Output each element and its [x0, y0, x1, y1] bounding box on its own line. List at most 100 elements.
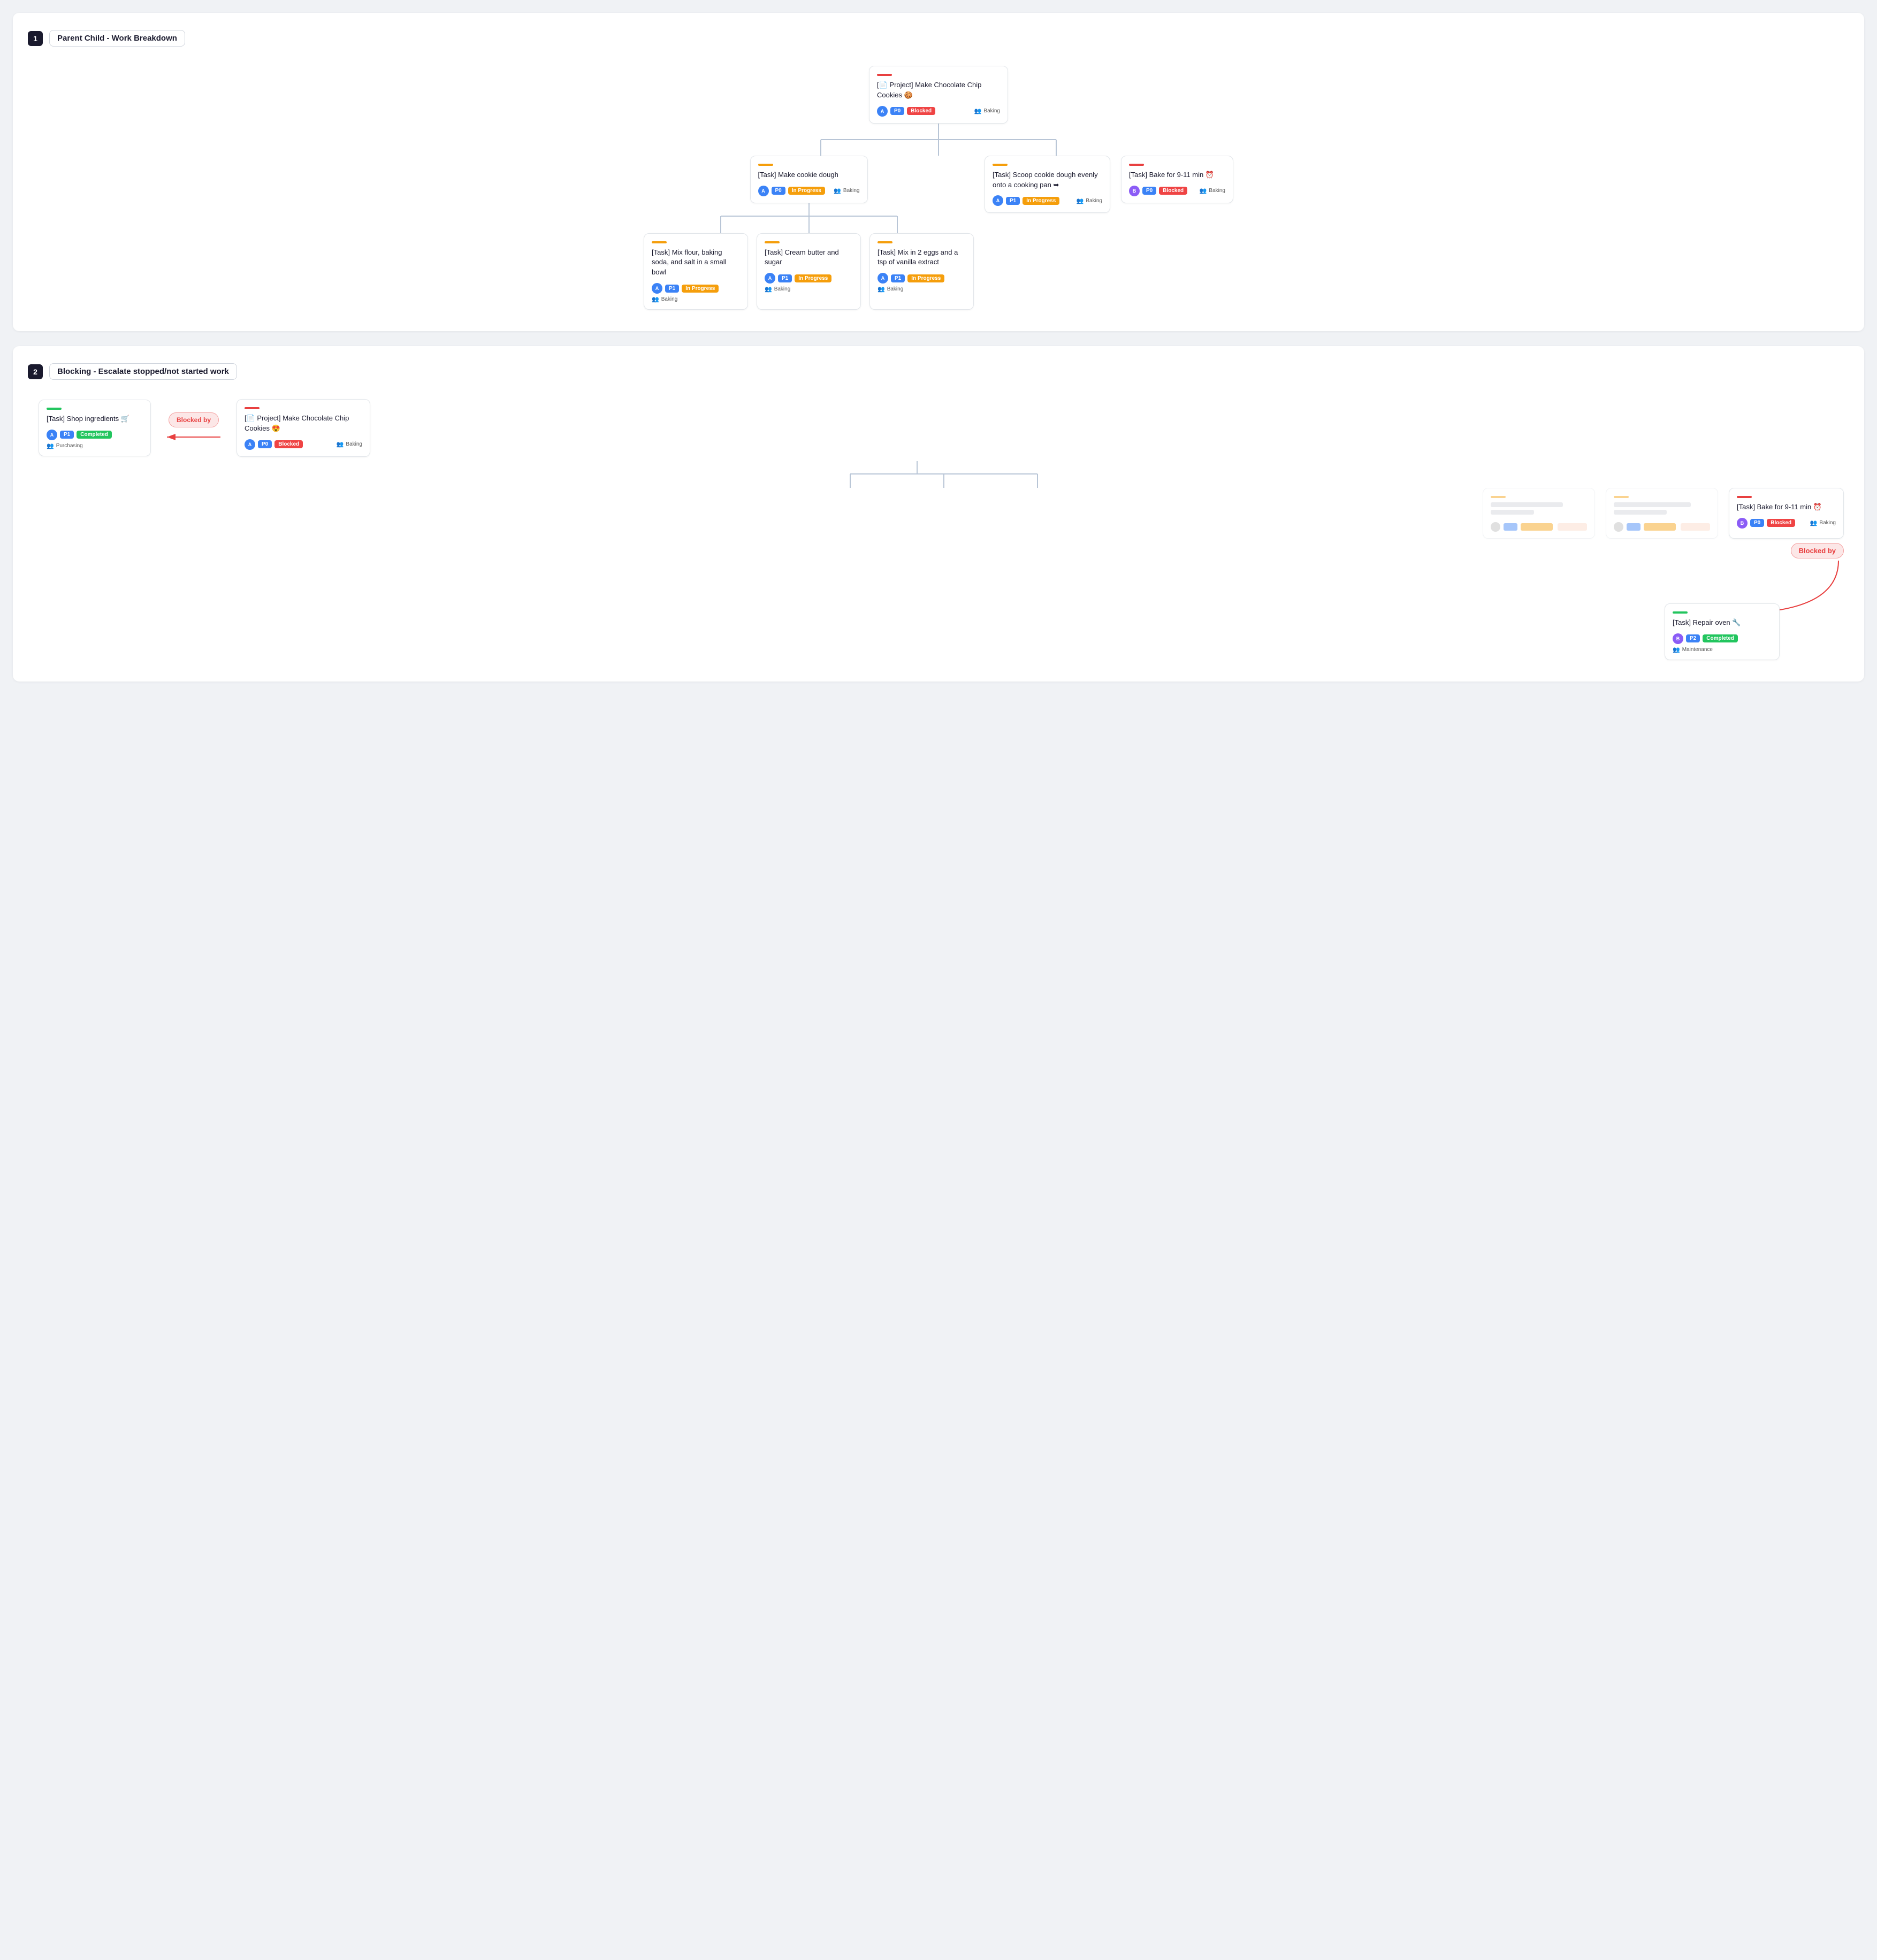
card-footer-left: A P1 Completed [47, 430, 112, 440]
team-icon: 👥 [974, 108, 982, 114]
blurred-footer [1491, 522, 1587, 532]
card-accent [877, 74, 892, 76]
blocked-by-label-2: Blocked by [1791, 543, 1844, 558]
card-title: [Task] Cream butter and sugar [765, 248, 853, 268]
status-badge: Blocked [274, 440, 303, 448]
section-1: 1 Parent Child - Work Breakdown [📄 Proje… [13, 13, 1864, 331]
card-title: [Task] Mix flour, baking soda, and salt … [652, 248, 740, 278]
card-title: [Task] Scoop cookie dough evenly onto a … [993, 170, 1102, 190]
section-1-header: 1 Parent Child - Work Breakdown [28, 30, 1849, 47]
team-badge: 👥 Purchasing [47, 442, 83, 449]
team-name: Baking [774, 286, 791, 292]
team-badge: 👥 Baking [878, 286, 903, 293]
l3-card-3[interactable]: [Task] Mix in 2 eggs and a tsp of vanill… [869, 233, 974, 310]
team-badge: 👥 Baking [765, 286, 790, 293]
card-footer-left: A P1 In Progress [652, 283, 719, 294]
team-badge: 👥 Baking [1200, 187, 1225, 194]
section-1-number: 1 [28, 31, 43, 46]
card-title: [📄 Project] Make Chocolate Chip Cookies … [877, 80, 1000, 101]
avatar: B [1737, 518, 1748, 529]
blocked-by-arrow-1: Blocked by [151, 412, 236, 443]
blurred-card-2 [1606, 488, 1718, 539]
team-badge: 👥 Baking [1810, 519, 1836, 526]
l2-card-3[interactable]: [Task] Bake for 9-11 min ⏰ B P0 Blocked … [1121, 156, 1233, 203]
team-name: Baking [346, 441, 362, 447]
priority-badge: P0 [890, 107, 904, 115]
blurred-content [1491, 502, 1587, 515]
blocked-by-label-2-wrapper: Blocked by [1791, 543, 1844, 558]
team-name: Baking [843, 188, 860, 194]
team-badge: 👥 Baking [652, 296, 677, 303]
card-accent [1673, 611, 1688, 614]
priority-badge: P1 [60, 431, 74, 439]
section-1-title: Parent Child - Work Breakdown [49, 30, 185, 47]
section-2-number: 2 [28, 364, 43, 379]
root-card[interactable]: [📄 Project] Make Chocolate Chip Cookies … [869, 66, 1008, 124]
card-footer: A P1 In Progress 👥 Baking [765, 273, 853, 293]
status-badge: Blocked [1159, 187, 1187, 195]
avatar: A [245, 439, 255, 450]
blocker-row: [Task] Shop ingredients 🛒 A P1 Completed… [39, 399, 370, 457]
card-footer: A P1 Completed 👥 Purchasing [47, 430, 143, 449]
team-badge: 👥 Baking [834, 187, 859, 194]
repair-card[interactable]: [Task] Repair oven 🔧 B P2 Completed 👥 Ma… [1665, 603, 1780, 660]
card-accent [47, 408, 62, 410]
team-name: Baking [887, 286, 904, 292]
team-name: Baking [1086, 198, 1102, 204]
card-accent [652, 241, 667, 243]
card-footer-left: A P0 Blocked [245, 439, 303, 450]
l3-card-1[interactable]: [Task] Mix flour, baking soda, and salt … [644, 233, 748, 310]
team-badge: 👥 Baking [337, 441, 362, 448]
card-accent [1129, 164, 1144, 166]
s2-root-card[interactable]: [📄 Project] Make Chocolate Chip Cookies … [236, 399, 370, 457]
card-footer-left: A P0 Blocked [877, 106, 935, 117]
card-title: [Task] Bake for 9-11 min ⏰ [1129, 170, 1225, 180]
card-title: [Task] Mix in 2 eggs and a tsp of vanill… [878, 248, 966, 268]
section-2-header: 2 Blocking - Escalate stopped/not starte… [28, 363, 1849, 380]
section2-layout: [Task] Shop ingredients 🛒 A P1 Completed… [28, 399, 1849, 660]
card-accent [245, 407, 260, 409]
card-footer: B P0 Blocked 👥 Baking [1737, 518, 1836, 529]
card-title: [📄 Project] Make Chocolate Chip Cookies … [245, 414, 362, 434]
team-badge: 👥 Maintenance [1673, 646, 1713, 653]
card-accent [1614, 496, 1629, 498]
level3-row: [Task] Mix flour, baking soda, and salt … [644, 233, 974, 310]
status-badge: Completed [77, 431, 112, 439]
l2-card-2[interactable]: [Task] Scoop cookie dough evenly onto a … [985, 156, 1110, 213]
avatar: A [47, 430, 57, 440]
card-footer-left: A P1 In Progress [993, 195, 1059, 206]
blocker-card[interactable]: [Task] Shop ingredients 🛒 A P1 Completed… [39, 400, 151, 456]
status-badge: In Progress [682, 285, 719, 293]
team-badge: 👥 Baking [1077, 197, 1102, 204]
status-badge: Completed [1703, 634, 1738, 642]
card-footer: A P1 In Progress 👥 Baking [652, 283, 740, 303]
section-2: 2 Blocking - Escalate stopped/not starte… [13, 346, 1864, 682]
status-badge: In Progress [795, 274, 831, 282]
repair-card-wrapper: [Task] Repair oven 🔧 B P2 Completed 👥 Ma… [1665, 603, 1780, 660]
card-title: [Task] Bake for 9-11 min ⏰ [1737, 502, 1836, 512]
status-badge: In Progress [788, 187, 825, 195]
team-name: Maintenance [1682, 647, 1713, 653]
blocked-by-label-1: Blocked by [169, 412, 219, 427]
card-footer: A P0 In Progress 👥 Baking [758, 186, 860, 196]
level2-row: [Task] Make cookie dough A P0 In Progres… [644, 156, 1233, 310]
team-name: Purchasing [56, 443, 83, 449]
priority-badge: P0 [258, 440, 272, 448]
card-footer: A P1 In Progress 👥 Baking [993, 195, 1102, 206]
team-name: Baking [983, 108, 1000, 114]
l3-card-2[interactable]: [Task] Cream butter and sugar A P1 In Pr… [757, 233, 861, 310]
card-footer-left: A P1 In Progress [878, 273, 944, 284]
avatar: A [878, 273, 888, 284]
bake-card[interactable]: [Task] Bake for 9-11 min ⏰ B P0 Blocked … [1729, 488, 1844, 539]
tree-section-1: [📄 Project] Make Chocolate Chip Cookies … [28, 66, 1849, 310]
card-footer: A P1 In Progress 👥 Baking [878, 273, 966, 293]
card-accent [765, 241, 780, 243]
team-name: Baking [661, 296, 678, 302]
l2-card-1[interactable]: [Task] Make cookie dough A P0 In Progres… [750, 156, 868, 203]
card-title: [Task] Make cookie dough [758, 170, 860, 180]
team-name: Baking [1819, 520, 1836, 526]
l2-node-1-wrapper: [Task] Make cookie dough A P0 In Progres… [644, 156, 974, 310]
status-badge: Blocked [907, 107, 935, 115]
s2-level2-row: [Task] Bake for 9-11 min ⏰ B P0 Blocked … [28, 488, 1849, 539]
priority-badge: P2 [1686, 634, 1700, 642]
